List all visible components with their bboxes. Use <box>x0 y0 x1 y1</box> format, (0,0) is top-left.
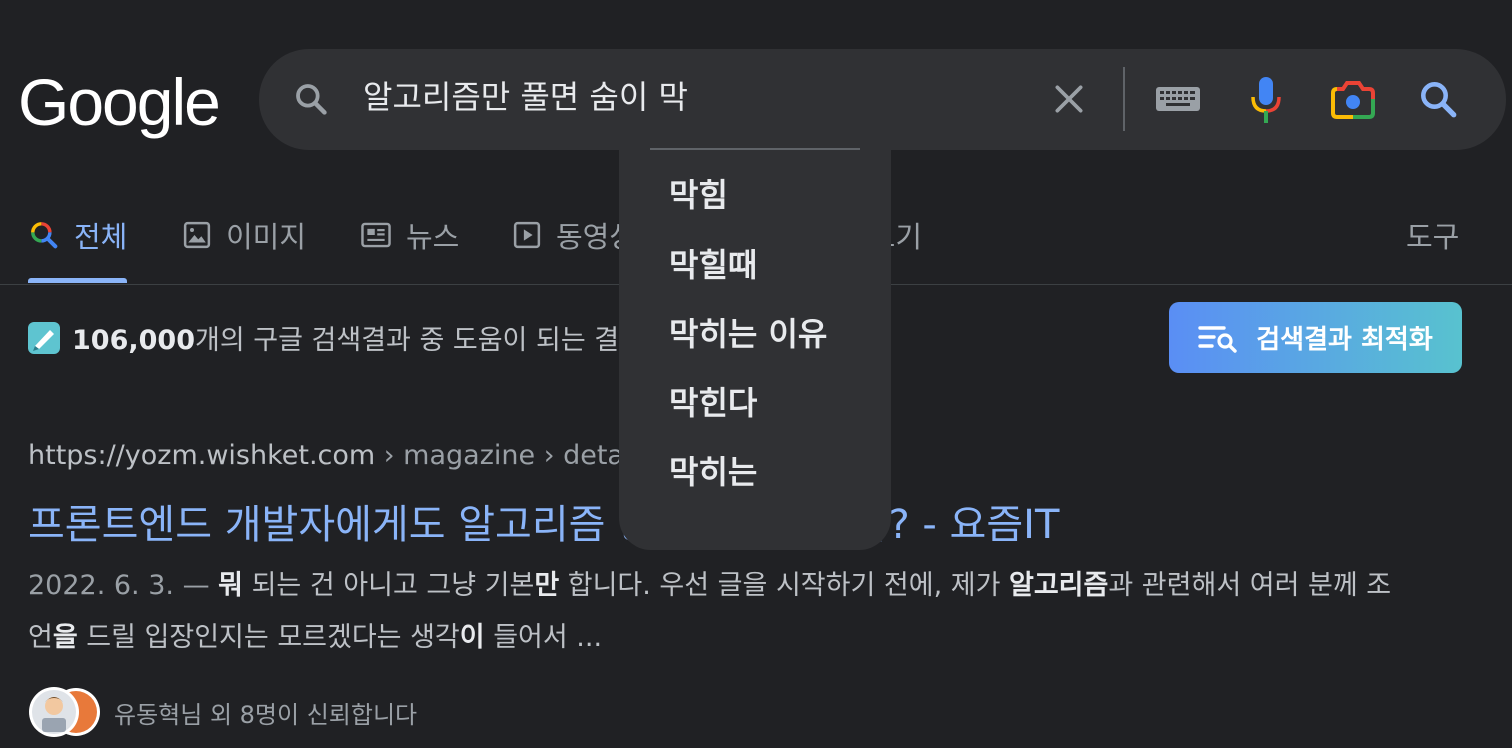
snippet-text: 드릴 입장인지는 모르겠다는 생각 <box>77 622 460 653</box>
tab-images[interactable]: 이미지 <box>182 210 306 260</box>
result-url[interactable]: https://yozm.wishket.com › magazine › de… <box>28 440 639 471</box>
avatar-stack <box>28 686 102 738</box>
extension-logo-icon <box>28 321 60 354</box>
result-title-link[interactable]: 프론트엔드 개발자에게도 알고리즘 공부가 필요한가? - 요즘IT <box>28 492 1059 550</box>
snippet-highlight: 이 <box>459 622 485 653</box>
active-tab-indicator <box>28 278 127 283</box>
optimize-results-label: 검색결과 최적화 <box>1256 325 1433 355</box>
autocomplete-dropdown: 막힘 막힐때 막히는 이유 막힌다 막히는 <box>619 148 891 550</box>
result-stats-text: 106,000개의 구글 검색결과 중 도움이 되는 결과 <box>72 318 644 357</box>
tab-all[interactable]: 전체 <box>28 210 127 260</box>
snippet-highlight: 을 <box>52 622 78 653</box>
lens-camera-icon[interactable] <box>1329 77 1377 121</box>
tab-images-label: 이미지 <box>226 220 307 254</box>
keyboard-icon[interactable] <box>1155 84 1201 114</box>
result-date: 2022. 6. 3. — <box>28 570 219 601</box>
snippet-highlight: 알고리즘 <box>1009 570 1109 601</box>
tab-news[interactable]: 뉴스 <box>360 210 459 260</box>
optimize-results-button[interactable]: 검색결과 최적화 <box>1169 302 1462 373</box>
trust-row: 유동혁님 외 8명이 신뢰합니다 <box>28 686 417 738</box>
tab-all-label: 전체 <box>74 220 128 254</box>
result-count: 106,000 <box>72 325 195 356</box>
mic-icon[interactable] <box>1249 75 1283 125</box>
avatar <box>29 687 100 737</box>
snippet-text: 되는 건 아니고 그냥 기본 <box>243 570 535 601</box>
tab-videos[interactable]: 동영상 <box>512 210 636 260</box>
multicolor-search-icon <box>31 222 58 249</box>
snippet-highlight: 뭐 <box>218 570 243 601</box>
result-stats-suffix: 개의 구글 검색결과 중 도움이 되는 결과 <box>194 325 644 356</box>
result-snippet-body: 뭐 되는 건 아니고 그냥 기본만 합니다. 우선 글을 시작하기 전에, 제가… <box>28 570 1391 653</box>
autocomplete-divider <box>650 148 860 150</box>
suggestion-item[interactable]: 막히는 <box>669 447 757 493</box>
snippet-text: 합니다. 우선 글을 시작하기 전에, 제가 <box>559 570 1009 601</box>
tab-tools[interactable]: 도구 <box>1406 210 1459 260</box>
snippet-highlight: 만 <box>534 570 560 601</box>
search-bar[interactable]: 알고리즘만 풀면 숨이 막 <box>259 49 1506 150</box>
result-url-host: https://yozm.wishket.com <box>28 440 376 471</box>
image-icon <box>183 221 211 249</box>
search-input[interactable]: 알고리즘만 풀면 숨이 막 <box>363 75 688 119</box>
close-icon[interactable] <box>1049 79 1089 119</box>
suggestion-item[interactable]: 막힘 <box>669 170 728 216</box>
search-icon <box>296 84 327 115</box>
google-logo[interactable]: Google <box>18 62 221 142</box>
suggestion-item[interactable]: 막힐때 <box>669 240 757 286</box>
video-icon <box>513 221 541 249</box>
tab-tools-label: 도구 <box>1406 220 1460 254</box>
filter-search-icon <box>1198 325 1237 353</box>
suggestion-item[interactable]: 막히는 이유 <box>669 309 827 355</box>
google-results-page: Google 알고리즘만 풀면 숨이 막 전체 이미지 뉴스 동영상 도구 10… <box>0 0 1512 748</box>
result-url-path: › magazine › detail <box>375 440 639 471</box>
search-bar-divider <box>1123 67 1125 131</box>
result-stats: 106,000개의 구글 검색결과 중 도움이 되는 결과 <box>28 318 644 357</box>
suggestion-item[interactable]: 막힌다 <box>669 378 757 424</box>
result-snippet: 2022. 6. 3. — 뭐 되는 건 아니고 그냥 기본만 합니다. 우선 … <box>28 560 1408 664</box>
trust-text: 유동혁님 외 8명이 신뢰합니다 <box>114 700 418 729</box>
snippet-text: 들어서 ... <box>484 622 603 653</box>
tab-news-label: 뉴스 <box>406 220 460 254</box>
search-submit-icon[interactable] <box>1417 78 1459 120</box>
news-icon <box>361 222 391 248</box>
